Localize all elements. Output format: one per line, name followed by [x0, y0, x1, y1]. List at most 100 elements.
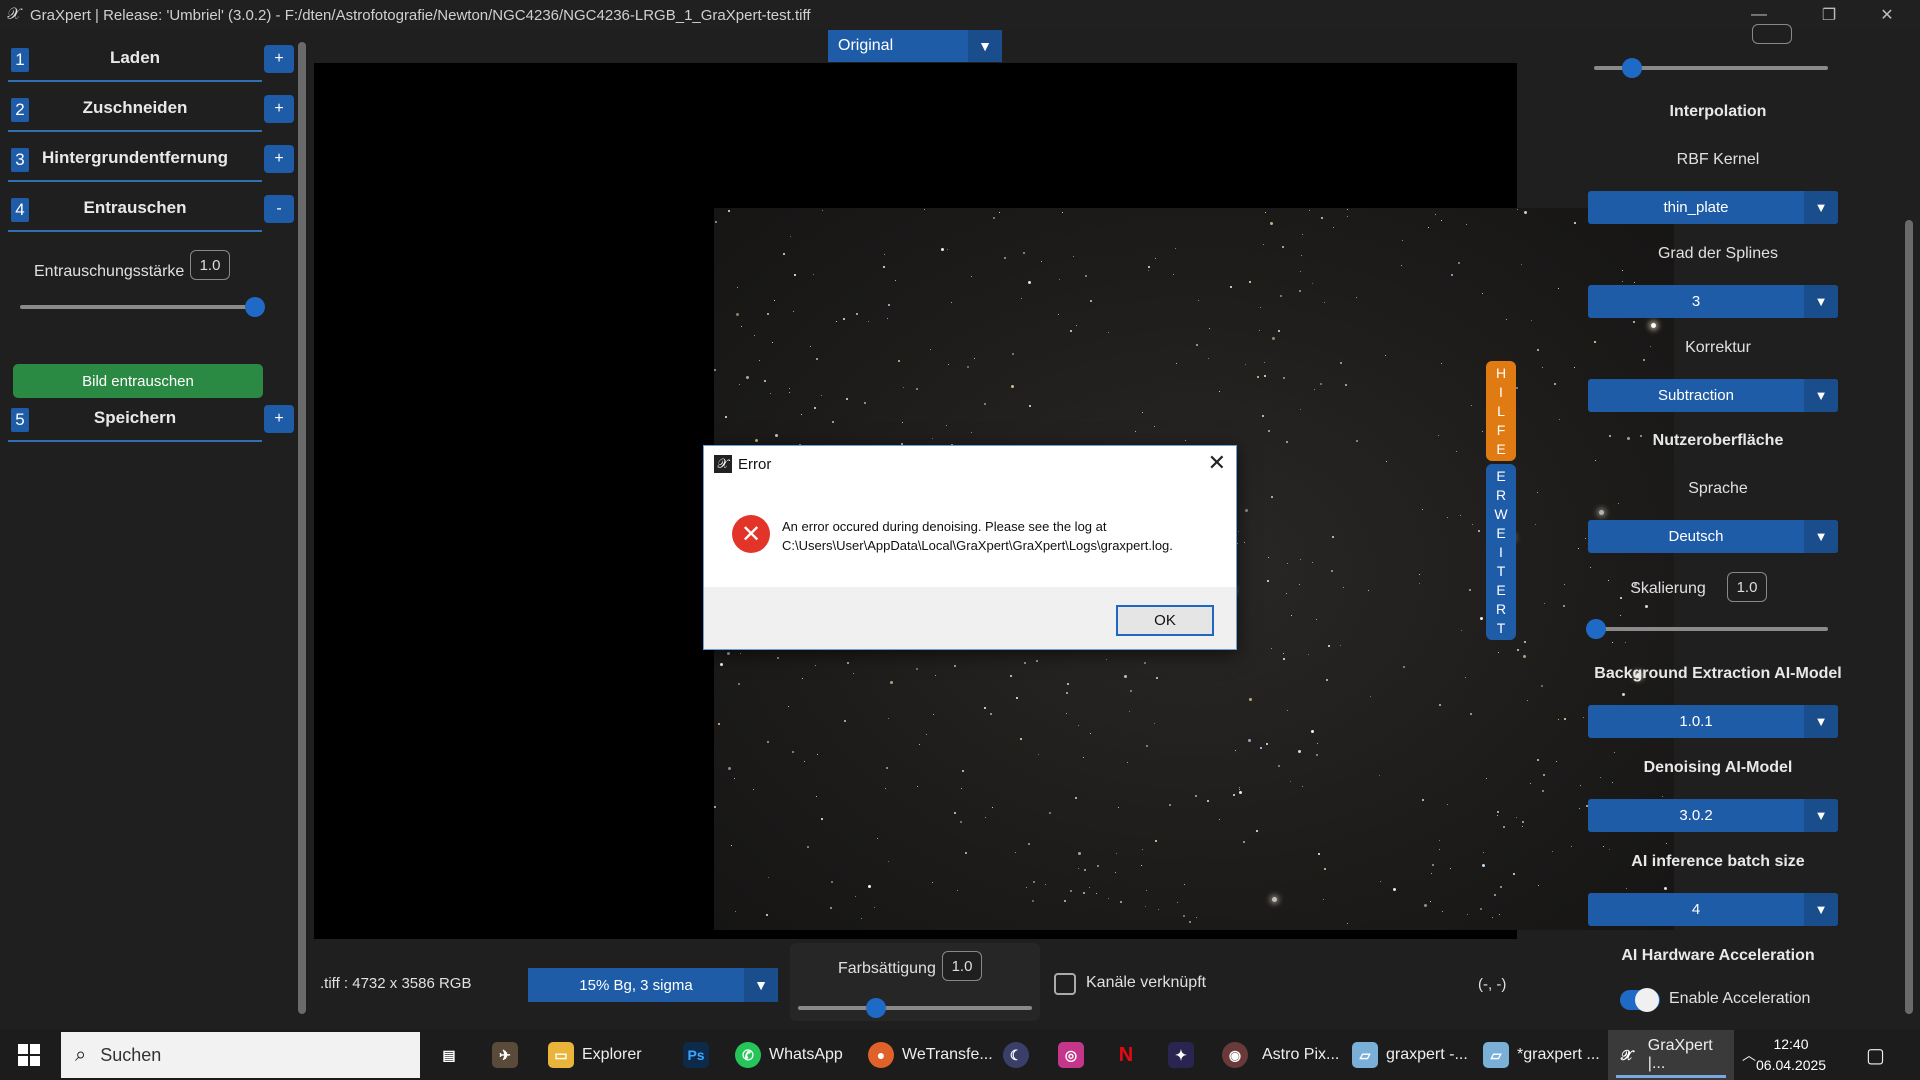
star	[1023, 252, 1025, 254]
maximize-button[interactable]: ❐	[1806, 0, 1852, 30]
denoise-image-button[interactable]: Bild entrauschen	[13, 364, 263, 398]
taskbar-firefox[interactable]: ● WeTransfe...	[868, 1030, 993, 1080]
star	[728, 767, 731, 770]
expand-button[interactable]: +	[264, 405, 294, 433]
denoise-strength-value[interactable]: 1.0	[190, 250, 230, 280]
notification-button[interactable]: ▢	[1866, 1030, 1885, 1080]
view-mode-select[interactable]: Original ▼	[828, 30, 1002, 62]
collapse-button[interactable]: -	[264, 195, 294, 223]
taskbar-explorer[interactable]: ▭ Explorer	[548, 1030, 642, 1080]
star	[1145, 906, 1146, 907]
denoise-model-select[interactable]: 3.0.2 ▼	[1588, 799, 1838, 832]
denoise-strength-slider-thumb[interactable]	[245, 297, 265, 317]
saturation-value[interactable]: 1.0	[942, 951, 982, 981]
star	[1482, 431, 1483, 432]
star	[1183, 915, 1185, 917]
star	[917, 786, 918, 787]
scaling-value[interactable]: 1.0	[1727, 572, 1767, 602]
expand-button[interactable]: +	[264, 145, 294, 173]
task-view-button[interactable]: ▤	[436, 1030, 462, 1080]
close-window-button[interactable]: ✕	[1864, 0, 1910, 30]
app-icon-5[interactable]: ✦	[1168, 1030, 1194, 1080]
star	[1059, 279, 1060, 280]
taskbar-search[interactable]: ⌕ Suchen	[61, 1032, 420, 1078]
star	[1239, 791, 1242, 794]
step-background-extraction[interactable]: 3 Hintergrundentfernung +	[8, 140, 294, 182]
date: 06.04.2025	[1756, 1057, 1827, 1073]
advanced-tab-letter: E	[1496, 467, 1506, 484]
app-icon-1[interactable]: ✈	[492, 1030, 518, 1080]
help-tab-letter: F	[1496, 421, 1506, 438]
star	[770, 393, 771, 394]
star	[1461, 630, 1462, 631]
app-icon-4[interactable]: N	[1113, 1030, 1139, 1080]
bg-model-select[interactable]: 1.0.1 ▼	[1588, 705, 1838, 738]
rbf-kernel-select[interactable]: thin_plate ▼	[1588, 191, 1838, 224]
batch-size-select[interactable]: 4 ▼	[1588, 893, 1838, 926]
star	[759, 360, 760, 361]
star	[1078, 868, 1079, 869]
denoise-strength-slider[interactable]	[20, 305, 255, 309]
star	[1379, 775, 1380, 776]
saturation-slider[interactable]	[798, 1006, 1032, 1010]
top-slider-thumb[interactable]	[1622, 58, 1642, 78]
ok-button[interactable]: OK	[1116, 605, 1214, 636]
star	[1239, 787, 1240, 788]
correction-select[interactable]: Subtraction ▼	[1588, 379, 1838, 412]
star	[836, 321, 837, 322]
advanced-tab-letter: E	[1496, 524, 1506, 541]
taskbar-graxpert-doc-1[interactable]: ▱ graxpert -...	[1352, 1030, 1468, 1080]
close-icon[interactable]: ✕	[1208, 450, 1226, 476]
help-tab[interactable]: HILFE	[1486, 361, 1516, 461]
expand-button[interactable]: +	[264, 45, 294, 73]
app-icon-3[interactable]: ◎	[1058, 1030, 1084, 1080]
tray-overflow-button[interactable]: ︿	[1742, 1030, 1756, 1080]
top-value-box[interactable]	[1752, 24, 1792, 44]
scaling-slider[interactable]	[1594, 627, 1828, 631]
chevron-down-icon: ▼	[744, 968, 778, 1002]
stretch-select[interactable]: 15% Bg, 3 sigma ▼	[528, 968, 778, 1002]
taskbar-photoshop[interactable]: Ps	[683, 1030, 709, 1080]
chevron-down-icon: ▼	[968, 30, 1002, 62]
graxpert-logo-icon: 𝒳	[1620, 1046, 1633, 1063]
step-save[interactable]: 5 Speichern +	[8, 400, 294, 442]
spline-degree-select[interactable]: 3 ▼	[1588, 285, 1838, 318]
windows-start-icon[interactable]	[18, 1044, 40, 1066]
star	[1499, 914, 1500, 915]
advanced-tab[interactable]: ERWEITERT	[1486, 464, 1516, 640]
right-scrollbar[interactable]	[1905, 220, 1913, 1014]
taskbar-graxpert-app[interactable]: 𝒳 GraXpert |...	[1608, 1030, 1734, 1080]
taskbar-whatsapp[interactable]: ✆ WhatsApp	[735, 1030, 843, 1080]
star	[924, 209, 925, 210]
star	[1318, 853, 1320, 855]
star	[847, 662, 849, 664]
star	[1480, 617, 1483, 620]
star	[831, 881, 833, 883]
star	[1368, 590, 1369, 591]
channels-linked-checkbox[interactable]	[1054, 973, 1076, 995]
step-crop[interactable]: 2 Zuschneiden +	[8, 90, 294, 132]
star	[1196, 917, 1197, 918]
toggle-knob	[1635, 988, 1659, 1012]
expand-button[interactable]: +	[264, 95, 294, 123]
star	[999, 212, 1000, 213]
left-scrollbar[interactable]	[298, 42, 306, 1014]
star	[1233, 794, 1235, 796]
star	[1259, 330, 1260, 331]
app-icon-2[interactable]: ☾	[1003, 1030, 1029, 1080]
astropixel-icon: ◉	[1222, 1042, 1248, 1068]
taskbar-graxpert-doc-2[interactable]: ▱ *graxpert ...	[1483, 1030, 1600, 1080]
language-select[interactable]: Deutsch ▼	[1588, 520, 1838, 553]
saturation-slider-thumb[interactable]	[866, 998, 886, 1018]
scaling-slider-thumb[interactable]	[1586, 619, 1606, 639]
step-denoise[interactable]: 4 Entrauschen -	[8, 190, 294, 232]
star	[1298, 750, 1301, 753]
star	[794, 274, 796, 276]
star	[1402, 240, 1403, 241]
star	[1177, 902, 1178, 903]
clock[interactable]: 12:40 06.04.2025	[1756, 1034, 1826, 1076]
step-load[interactable]: 1 Laden +	[8, 40, 294, 82]
saturation-label: Farbsättigung	[838, 960, 936, 977]
taskbar-astropix[interactable]: ◉ Astro Pix...	[1222, 1030, 1339, 1080]
acceleration-toggle[interactable]	[1620, 988, 1660, 1012]
